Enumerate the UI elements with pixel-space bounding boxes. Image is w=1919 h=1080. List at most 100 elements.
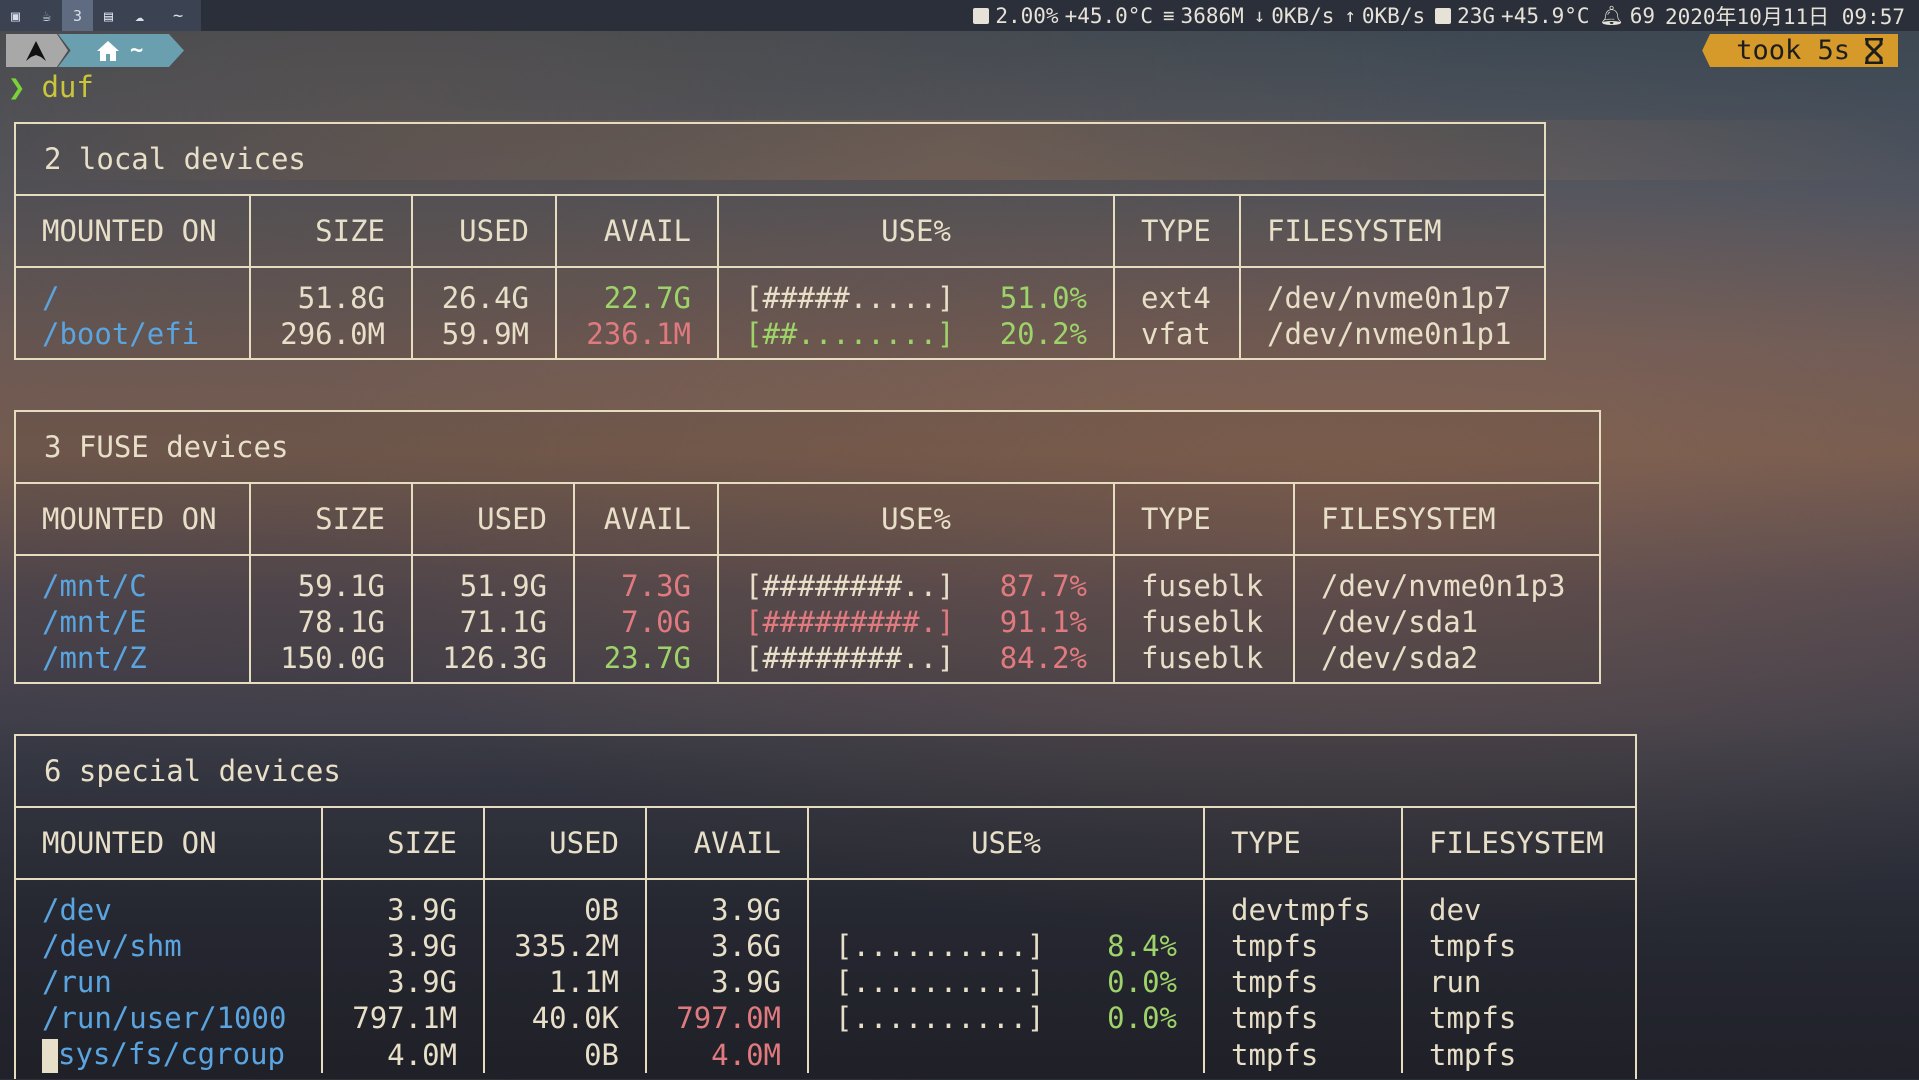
filesystem-cell: /dev/sda1 [1321,605,1479,639]
used-cell: 40.0K [484,1000,647,1036]
text-cursor [42,1039,58,1073]
column-header[interactable]: SIZE [250,196,413,268]
usage-bar: [#########.] [745,605,955,639]
took-segment: took 5s [1702,34,1898,67]
filesystem-cell: /dev/sda2 [1321,641,1479,675]
table-title: 2 local devices [16,124,1544,196]
type-cell: tmpfs [1204,964,1403,1000]
mount-point: /boot/efi [16,316,251,358]
table-row: /mnt/E 78.1G 71.1G 7.0G [#########.] 91.1… [16,604,1599,640]
usage-cell [808,879,1205,928]
column-header[interactable]: USE% [808,808,1205,880]
table-title: 6 special devices [16,736,1635,808]
column-header[interactable]: FILESYSTEM [1402,808,1635,880]
filesystem-cell: dev [1429,893,1482,927]
terminal-icon: ▣ [10,6,21,25]
usage-bar: [########..] [745,641,955,675]
mount-point: /mnt/E [16,604,251,640]
usage-percent: 84.2% [999,641,1087,675]
column-header[interactable]: USE% [718,484,1115,556]
prompt-os-segment [6,34,68,67]
table-row: /run 3.9G 1.1M 3.9G [..........] 0.0% tmp… [16,964,1635,1000]
type-cell: fuseblk [1114,604,1295,640]
workspace-1[interactable]: ▣ [0,0,31,31]
top-panel: ▣ ☕ 3 ▤ ☁ ~ 2.00% +45.0°C ≡ 3686M ↓ 0KB/… [0,0,1919,31]
column-header[interactable]: USED [412,196,557,268]
column-header[interactable]: USED [412,484,575,556]
column-header[interactable]: AVAIL [556,196,719,268]
workspace-5[interactable]: ☁ [124,0,155,31]
column-header[interactable]: FILESYSTEM [1294,484,1599,556]
coffee-icon: ☕ [41,6,52,25]
table-row: sys/fs/cgroup 4.0M 0B 4.0M tmpfs tmpfs [16,1036,1635,1073]
usage-bar: [##........] [745,317,955,351]
usage-cell [808,1036,1205,1073]
type-cell: fuseblk [1114,555,1295,604]
used-cell: 59.9M [412,316,557,358]
size-cell: 51.8G [250,267,413,316]
size-cell: 3.9G [322,879,485,928]
shell-prompt: ~ took 5s [0,34,1919,67]
mount-point: /mnt/Z [16,640,251,682]
mount-point: /dev [16,879,323,928]
workspace-2[interactable]: ☕ [31,0,62,31]
column-header[interactable]: TYPE [1114,484,1295,556]
filesystem-cell: /dev/nvme0n1p3 [1321,569,1566,603]
filesystem-cell: tmpfs [1429,1001,1517,1035]
column-header[interactable]: USE% [718,196,1115,268]
filesystem-cell: tmpfs [1429,1037,1517,1072]
bell-icon: 🔔︎ [1599,5,1624,27]
disk-status[interactable]: 23G +45.9°C [1435,4,1590,28]
type-cell: fuseblk [1114,640,1295,682]
workspace-4[interactable]: ▤ [93,0,124,31]
column-header[interactable]: MOUNTED ON [16,808,323,880]
column-header[interactable]: AVAIL [646,808,809,880]
workspace-3[interactable]: 3 [62,0,93,31]
command-line[interactable]: ❯ duf [8,70,94,104]
avail-cell: 7.3G [574,555,719,604]
filesystem-cell: /dev/nvme0n1p1 [1267,317,1512,351]
memory-status[interactable]: ≡ 3686M [1163,4,1244,28]
usage-percent: 8.4% [1107,929,1177,963]
used-cell: 335.2M [484,928,647,964]
column-header[interactable]: SIZE [250,484,413,556]
notification-status[interactable]: 🔔︎ 69 [1600,4,1655,28]
table-header-row: MOUNTED ON SIZE USED AVAIL USE% TYPE FIL… [16,808,1635,880]
download-status[interactable]: ↓ 0KB/s [1254,4,1335,28]
usage-cell: [##........] 20.2% [718,316,1115,358]
usage-cell: [..........] 8.4% [808,928,1205,964]
cloud-icon: ☁ [134,6,145,25]
table-row: /dev/shm 3.9G 335.2M 3.6G [..........] 8.… [16,928,1635,964]
workspace-switcher: ▣ ☕ 3 ▤ ☁ ~ [0,0,201,31]
table-row: /dev 3.9G 0B 3.9G devtmpfs dev [16,879,1635,928]
size-cell: 3.9G [322,964,485,1000]
type-cell: ext4 [1114,267,1241,316]
avail-cell: 236.1M [556,316,719,358]
table-row: /mnt/Z 150.0G 126.3G 23.7G [########..] 8… [16,640,1599,682]
arch-logo-icon [26,40,46,61]
arrow-down-icon: ↓ [1253,4,1266,27]
column-header[interactable]: FILESYSTEM [1240,196,1544,268]
column-header[interactable]: USED [484,808,647,880]
column-header[interactable]: MOUNTED ON [16,196,251,268]
save-icon: ▤ [103,6,114,25]
column-header[interactable]: MOUNTED ON [16,484,251,556]
mount-point: / [16,267,251,316]
column-header[interactable]: TYPE [1114,196,1241,268]
usage-cell: [########..] 87.7% [718,555,1115,604]
usage-percent: 0.0% [1107,965,1177,999]
column-header[interactable]: SIZE [322,808,485,880]
avail-cell: 22.7G [556,267,719,316]
arrow-up-icon: ↑ [1344,4,1356,27]
clock[interactable]: 2020年10月11日 09:57 [1665,1,1905,31]
cpu-status[interactable]: 2.00% +45.0°C [973,4,1153,28]
usage-cell: [..........] 0.0% [808,964,1205,1000]
type-cell: tmpfs [1204,1036,1403,1073]
upload-status[interactable]: ↑ 0KB/s [1344,4,1425,28]
column-header[interactable]: TYPE [1204,808,1403,880]
used-cell: 1.1M [484,964,647,1000]
type-cell: devtmpfs [1204,879,1403,928]
column-header[interactable]: AVAIL [574,484,719,556]
size-cell: 3.9G [322,928,485,964]
workspace-tilde[interactable]: ~ [155,0,201,31]
